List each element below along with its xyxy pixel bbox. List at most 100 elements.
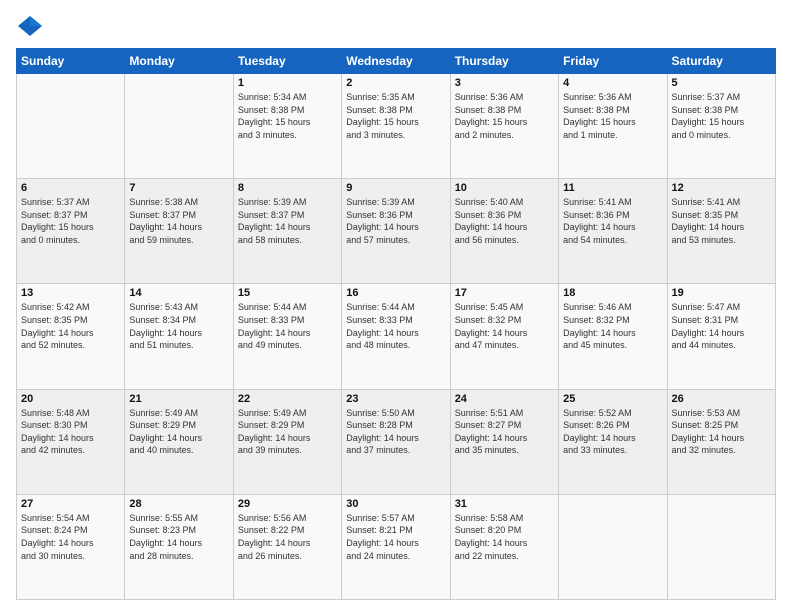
day-info: Sunrise: 5:37 AM Sunset: 8:38 PM Dayligh… <box>672 91 771 141</box>
header-row: SundayMondayTuesdayWednesdayThursdayFrid… <box>17 49 776 74</box>
day-info: Sunrise: 5:42 AM Sunset: 8:35 PM Dayligh… <box>21 301 120 351</box>
day-number: 23 <box>346 393 445 405</box>
day-info: Sunrise: 5:51 AM Sunset: 8:27 PM Dayligh… <box>455 407 554 457</box>
day-number: 28 <box>129 498 228 510</box>
day-info: Sunrise: 5:44 AM Sunset: 8:33 PM Dayligh… <box>346 301 445 351</box>
day-number: 1 <box>238 77 337 89</box>
week-row-1: 6 Sunrise: 5:37 AM Sunset: 8:37 PM Daylig… <box>17 179 776 284</box>
day-info: Sunrise: 5:41 AM Sunset: 8:35 PM Dayligh… <box>672 196 771 246</box>
day-cell: 18Sunrise: 5:46 AM Sunset: 8:32 PM Dayli… <box>559 284 667 389</box>
day-number: 30 <box>346 498 445 510</box>
day-cell: 10 Sunrise: 5:40 AM Sunset: 8:36 PM Dayli… <box>450 179 558 284</box>
day-info: Sunrise: 5:52 AM Sunset: 8:26 PM Dayligh… <box>563 407 662 457</box>
week-row-2: 13Sunrise: 5:42 AM Sunset: 8:35 PM Dayli… <box>17 284 776 389</box>
header <box>16 12 776 40</box>
day-info: Sunrise: 5:39 AM Sunset: 8:36 PM Dayligh… <box>346 196 445 246</box>
day-info: Sunrise: 5:45 AM Sunset: 8:32 PM Dayligh… <box>455 301 554 351</box>
day-cell: 20 Sunrise: 5:48 AM Sunset: 8:30 PM Dayli… <box>17 389 125 494</box>
header-day-wednesday: Wednesday <box>342 49 450 74</box>
day-number: 19 <box>672 287 771 299</box>
day-info: Sunrise: 5:43 AM Sunset: 8:34 PM Dayligh… <box>129 301 228 351</box>
day-number: 31 <box>455 498 554 510</box>
day-cell: 8 Sunrise: 5:39 AM Sunset: 8:37 PM Daylig… <box>233 179 341 284</box>
calendar-header: SundayMondayTuesdayWednesdayThursdayFrid… <box>17 49 776 74</box>
day-cell: 1 Sunrise: 5:34 AM Sunset: 8:38 PM Daylig… <box>233 74 341 179</box>
day-cell: 28 Sunrise: 5:55 AM Sunset: 8:23 PM Dayli… <box>125 494 233 599</box>
day-number: 26 <box>672 393 771 405</box>
day-number: 14 <box>129 287 228 299</box>
day-cell: 3 Sunrise: 5:36 AM Sunset: 8:38 PM Daylig… <box>450 74 558 179</box>
day-cell: 16 Sunrise: 5:44 AM Sunset: 8:33 PM Dayli… <box>342 284 450 389</box>
day-info: Sunrise: 5:34 AM Sunset: 8:38 PM Dayligh… <box>238 91 337 141</box>
day-number: 25 <box>563 393 662 405</box>
day-cell: 4 Sunrise: 5:36 AM Sunset: 8:38 PM Daylig… <box>559 74 667 179</box>
day-number: 21 <box>129 393 228 405</box>
day-number: 2 <box>346 77 445 89</box>
day-number: 4 <box>563 77 662 89</box>
day-cell: 7 Sunrise: 5:38 AM Sunset: 8:37 PM Daylig… <box>125 179 233 284</box>
day-cell: 26 Sunrise: 5:53 AM Sunset: 8:25 PM Dayli… <box>667 389 775 494</box>
day-number: 29 <box>238 498 337 510</box>
day-info: Sunrise: 5:48 AM Sunset: 8:30 PM Dayligh… <box>21 407 120 457</box>
day-cell: 12 Sunrise: 5:41 AM Sunset: 8:35 PM Dayli… <box>667 179 775 284</box>
day-cell: 13Sunrise: 5:42 AM Sunset: 8:35 PM Dayli… <box>17 284 125 389</box>
day-info: Sunrise: 5:39 AM Sunset: 8:37 PM Dayligh… <box>238 196 337 246</box>
day-number: 24 <box>455 393 554 405</box>
day-cell <box>559 494 667 599</box>
day-number: 3 <box>455 77 554 89</box>
header-day-tuesday: Tuesday <box>233 49 341 74</box>
day-info: Sunrise: 5:55 AM Sunset: 8:23 PM Dayligh… <box>129 512 228 562</box>
day-number: 17 <box>455 287 554 299</box>
header-day-sunday: Sunday <box>17 49 125 74</box>
day-info: Sunrise: 5:56 AM Sunset: 8:22 PM Dayligh… <box>238 512 337 562</box>
day-info: Sunrise: 5:41 AM Sunset: 8:36 PM Dayligh… <box>563 196 662 246</box>
day-number: 16 <box>346 287 445 299</box>
day-number: 8 <box>238 182 337 194</box>
header-day-friday: Friday <box>559 49 667 74</box>
day-number: 9 <box>346 182 445 194</box>
day-cell <box>17 74 125 179</box>
logo-icon <box>16 12 44 40</box>
day-cell: 15Sunrise: 5:44 AM Sunset: 8:33 PM Dayli… <box>233 284 341 389</box>
day-info: Sunrise: 5:37 AM Sunset: 8:37 PM Dayligh… <box>21 196 120 246</box>
day-cell: 6 Sunrise: 5:37 AM Sunset: 8:37 PM Daylig… <box>17 179 125 284</box>
day-cell: 23Sunrise: 5:50 AM Sunset: 8:28 PM Dayli… <box>342 389 450 494</box>
week-row-3: 20 Sunrise: 5:48 AM Sunset: 8:30 PM Dayli… <box>17 389 776 494</box>
day-info: Sunrise: 5:49 AM Sunset: 8:29 PM Dayligh… <box>238 407 337 457</box>
day-info: Sunrise: 5:36 AM Sunset: 8:38 PM Dayligh… <box>455 91 554 141</box>
calendar-body: 1 Sunrise: 5:34 AM Sunset: 8:38 PM Daylig… <box>17 74 776 600</box>
day-info: Sunrise: 5:40 AM Sunset: 8:36 PM Dayligh… <box>455 196 554 246</box>
day-number: 6 <box>21 182 120 194</box>
day-cell: 25 Sunrise: 5:52 AM Sunset: 8:26 PM Dayli… <box>559 389 667 494</box>
day-info: Sunrise: 5:57 AM Sunset: 8:21 PM Dayligh… <box>346 512 445 562</box>
day-cell: 31 Sunrise: 5:58 AM Sunset: 8:20 PM Dayli… <box>450 494 558 599</box>
day-number: 10 <box>455 182 554 194</box>
day-info: Sunrise: 5:35 AM Sunset: 8:38 PM Dayligh… <box>346 91 445 141</box>
day-cell: 11Sunrise: 5:41 AM Sunset: 8:36 PM Dayli… <box>559 179 667 284</box>
week-row-0: 1 Sunrise: 5:34 AM Sunset: 8:38 PM Daylig… <box>17 74 776 179</box>
day-number: 12 <box>672 182 771 194</box>
day-cell: 30 Sunrise: 5:57 AM Sunset: 8:21 PM Dayli… <box>342 494 450 599</box>
day-info: Sunrise: 5:38 AM Sunset: 8:37 PM Dayligh… <box>129 196 228 246</box>
day-cell: 14 Sunrise: 5:43 AM Sunset: 8:34 PM Dayli… <box>125 284 233 389</box>
day-info: Sunrise: 5:53 AM Sunset: 8:25 PM Dayligh… <box>672 407 771 457</box>
day-number: 20 <box>21 393 120 405</box>
day-cell: 19Sunrise: 5:47 AM Sunset: 8:31 PM Dayli… <box>667 284 775 389</box>
header-day-thursday: Thursday <box>450 49 558 74</box>
day-number: 27 <box>21 498 120 510</box>
day-number: 7 <box>129 182 228 194</box>
day-cell: 27 Sunrise: 5:54 AM Sunset: 8:24 PM Dayli… <box>17 494 125 599</box>
day-cell: 29 Sunrise: 5:56 AM Sunset: 8:22 PM Dayli… <box>233 494 341 599</box>
day-info: Sunrise: 5:58 AM Sunset: 8:20 PM Dayligh… <box>455 512 554 562</box>
week-row-4: 27 Sunrise: 5:54 AM Sunset: 8:24 PM Dayli… <box>17 494 776 599</box>
day-cell <box>667 494 775 599</box>
day-cell: 24 Sunrise: 5:51 AM Sunset: 8:27 PM Dayli… <box>450 389 558 494</box>
day-number: 22 <box>238 393 337 405</box>
header-day-monday: Monday <box>125 49 233 74</box>
day-cell: 22 Sunrise: 5:49 AM Sunset: 8:29 PM Dayli… <box>233 389 341 494</box>
day-info: Sunrise: 5:54 AM Sunset: 8:24 PM Dayligh… <box>21 512 120 562</box>
page: SundayMondayTuesdayWednesdayThursdayFrid… <box>0 0 792 612</box>
day-cell: 21Sunrise: 5:49 AM Sunset: 8:29 PM Dayli… <box>125 389 233 494</box>
day-info: Sunrise: 5:36 AM Sunset: 8:38 PM Dayligh… <box>563 91 662 141</box>
day-number: 18 <box>563 287 662 299</box>
